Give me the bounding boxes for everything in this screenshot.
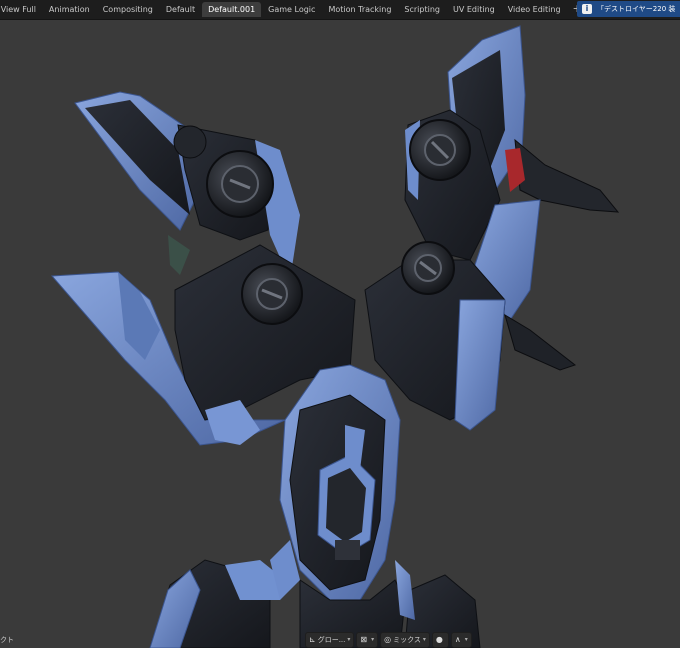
3d-viewport[interactable]	[0, 20, 680, 648]
chevron-down-icon: ▾	[347, 636, 351, 643]
info-report-banner[interactable]: i 「デストロイヤー220 装	[577, 1, 680, 17]
chevron-down-icon: ▾	[422, 636, 426, 643]
transform-orientation-label: グロー...	[317, 636, 346, 644]
proportional-icon: ∧	[454, 635, 461, 644]
workspace-tab[interactable]: Scripting	[398, 2, 446, 17]
workspace-tab[interactable]: D View Full	[0, 2, 42, 17]
transform-orientation-icon: ⊾	[309, 635, 316, 644]
workspace-tabs: D View FullAnimationCompositingDefaultDe…	[0, 0, 568, 19]
left-shoulder-knob	[173, 125, 207, 159]
mix-mode-dropdown[interactable]: ◎ ミックス ▾	[380, 632, 430, 648]
proportional-edit-dropdown[interactable]: ∧ ▾	[450, 632, 472, 648]
mech-model-render	[50, 25, 620, 648]
right-lower-joint	[401, 241, 455, 295]
pivot-point-dropdown[interactable]: ⊠ ▾	[356, 632, 379, 648]
pivot-icon: ⊠	[360, 635, 368, 644]
mix-mode-label: ミックス	[393, 636, 421, 644]
workspace-tab[interactable]: Game Logic	[262, 2, 321, 17]
central-spine	[279, 364, 401, 601]
mix-icon: ◎	[384, 635, 392, 644]
workspace-tab[interactable]: Default	[160, 2, 201, 17]
info-report-text: 「デストロイヤー220 装	[597, 5, 676, 13]
chevron-down-icon: ▾	[371, 636, 375, 643]
right-upper-joint	[409, 119, 471, 181]
workspace-tab[interactable]: Motion Tracking	[322, 2, 397, 17]
workspace-tab[interactable]: UV Editing	[447, 2, 501, 17]
workspace-tab[interactable]: Compositing	[97, 2, 159, 17]
workspace-tab[interactable]: Default.001	[202, 2, 262, 17]
snap-toggle[interactable]: ●	[431, 632, 449, 648]
info-icon: i	[582, 4, 592, 14]
header-left-text: クト	[0, 636, 14, 644]
workspace-tab-bar: D View FullAnimationCompositingDefaultDe…	[0, 0, 680, 20]
viewport-header-tools: ⊾ グロー... ▾ ⊠ ▾ ◎ ミックス ▾ ● ∧ ▾	[305, 632, 474, 648]
transform-orientation-dropdown[interactable]: ⊾ グロー... ▾	[305, 632, 355, 648]
chevron-down-icon: ▾	[464, 636, 468, 643]
left-lower-joint	[241, 263, 303, 325]
left-upper-joint	[206, 150, 274, 218]
right-wing	[364, 25, 620, 431]
snap-icon: ●	[435, 635, 443, 644]
workspace-tab[interactable]: Video Editing	[502, 2, 567, 17]
workspace-tab[interactable]: Animation	[43, 2, 96, 17]
